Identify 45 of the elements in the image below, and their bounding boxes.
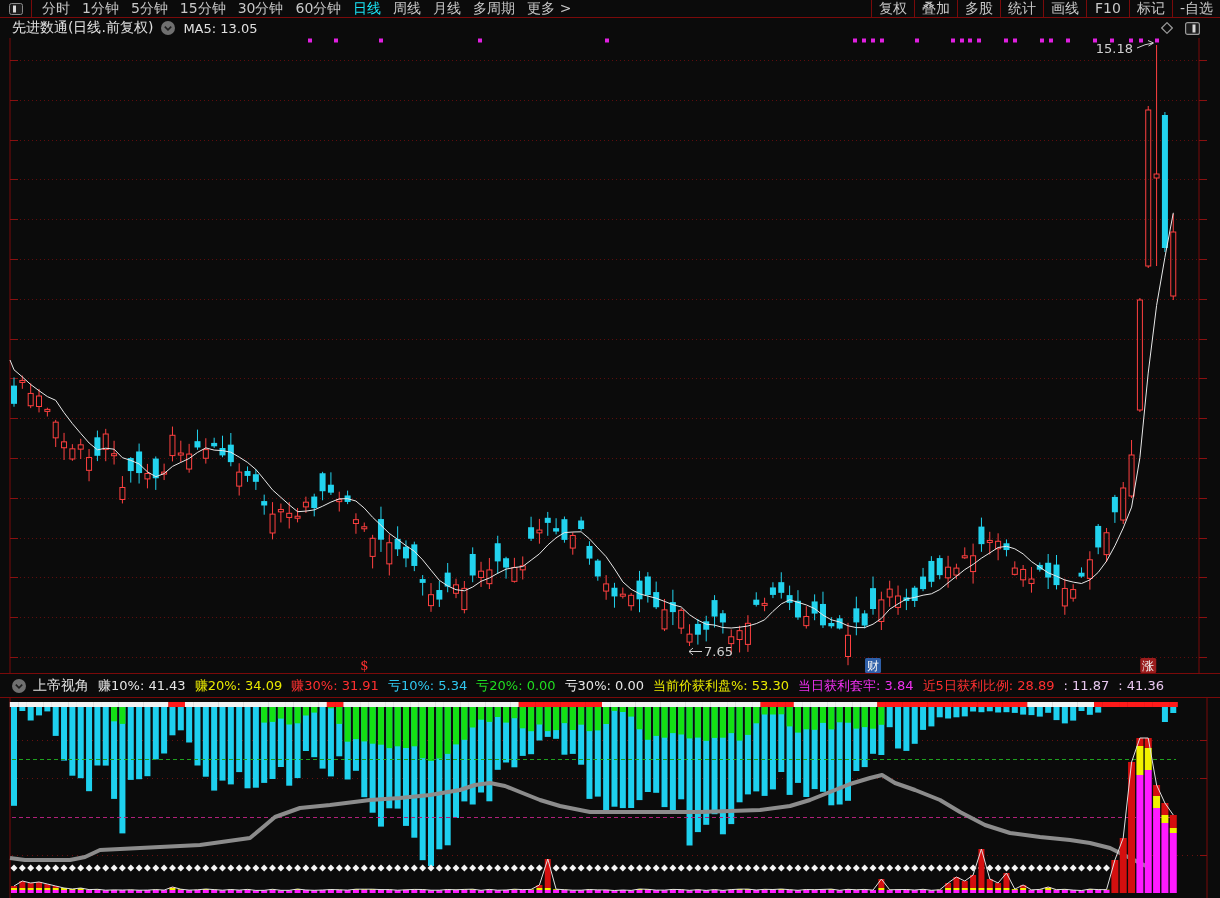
leader-arrow: [688, 647, 703, 656]
period-tab[interactable]: 1分钟: [82, 0, 119, 17]
dropdown-icon[interactable]: [12, 678, 26, 693]
toolbar-button[interactable]: 多股: [957, 0, 1000, 17]
period-tab[interactable]: 多周期: [473, 0, 516, 17]
indicator-value: 近5日获利比例: 28.89: [922, 676, 1055, 695]
indicator-value: 当前价获利盘%: 53.30: [652, 676, 790, 695]
indicator-value: 赚10%: 41.43: [98, 676, 186, 695]
toolbar-button[interactable]: F10: [1086, 0, 1129, 17]
leader-arrow: [1136, 40, 1154, 49]
event-marker[interactable]: 涨: [1140, 658, 1157, 673]
chart-title: 先进数通(日线.前复权): [12, 19, 154, 37]
period-tab[interactable]: 15分钟: [179, 0, 226, 17]
period-tab[interactable]: 更多 >: [527, 0, 572, 17]
indicator-title: 上帝视角: [33, 676, 89, 695]
toolbar-button[interactable]: -自选: [1172, 0, 1220, 17]
panel-icon[interactable]: [1185, 21, 1200, 35]
indicator-value: 当日获利套牢: 3.84: [798, 676, 914, 695]
price-label: 15.18: [1095, 41, 1133, 56]
indicator-value: : 11.87: [1063, 678, 1110, 693]
period-tab[interactable]: 分时: [42, 0, 70, 17]
period-tab[interactable]: 5分钟: [130, 0, 168, 17]
panel-icon: [8, 2, 23, 15]
indicator-value: 亏30%: 0.00: [564, 676, 644, 695]
dropdown-icon[interactable]: [161, 21, 176, 35]
period-tab[interactable]: 日线: [353, 0, 382, 17]
toolbar-button[interactable]: 画线: [1043, 0, 1086, 17]
toolbar-button[interactable]: 叠加: [914, 0, 957, 17]
period-tab[interactable]: 30分钟: [237, 0, 284, 17]
toolbar-button[interactable]: 复权: [871, 0, 914, 17]
diamond-icon[interactable]: [1161, 22, 1173, 34]
period-tab[interactable]: 60分钟: [295, 0, 342, 17]
ma-value-label: MA5: 13.05: [183, 20, 258, 36]
period-tab[interactable]: 月线: [433, 0, 462, 17]
toolbar-button[interactable]: 统计: [1000, 0, 1043, 17]
indicator-value: 亏20%: 0.00: [476, 676, 556, 695]
event-marker[interactable]: $: [360, 658, 369, 673]
indicator-value: 赚30%: 31.91: [291, 676, 379, 695]
indicator-value: 赚20%: 34.09: [194, 676, 283, 695]
toolbar-button[interactable]: 标记: [1129, 0, 1172, 17]
event-marker[interactable]: 财: [865, 658, 881, 673]
price-label: 7.65: [704, 644, 733, 659]
indicator-value: : 41.36: [1118, 678, 1164, 693]
indicator-value: 亏10%: 5.34: [387, 676, 468, 695]
period-tab[interactable]: 周线: [393, 0, 422, 17]
